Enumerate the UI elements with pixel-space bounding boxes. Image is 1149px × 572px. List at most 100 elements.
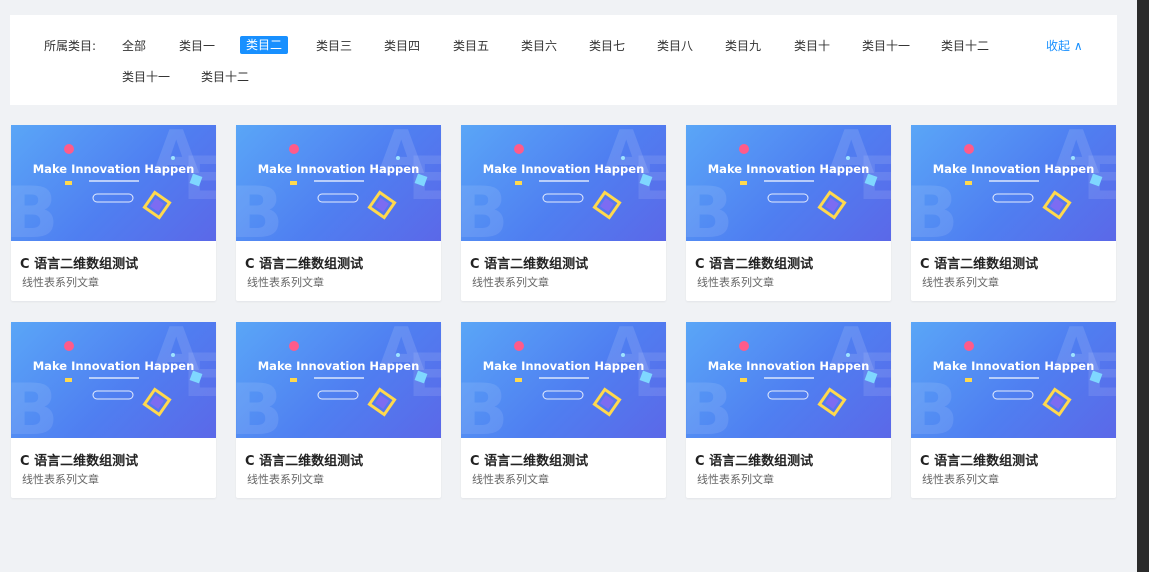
- frame-icon: [592, 387, 622, 417]
- banner-tagline-line: [764, 377, 814, 379]
- category-8[interactable]: 类目八: [651, 37, 699, 55]
- frame-icon: [142, 190, 172, 220]
- card-title[interactable]: C 语言二维数组测试: [20, 253, 138, 272]
- dot-icon: [621, 156, 625, 160]
- banner-decor-letter: B: [236, 172, 283, 241]
- banner-illustration: A B E: [461, 322, 666, 438]
- banner-headline: Make Innovation Happen: [257, 359, 420, 373]
- dot-icon: [621, 353, 625, 357]
- yellow-bar-icon: [290, 378, 297, 382]
- card-subtitle: 线性表系列文章: [472, 473, 549, 486]
- dot-icon: [1071, 353, 1075, 357]
- category-2[interactable]: 类目二: [240, 36, 289, 54]
- course-card[interactable]: A B E Make Innovation Happen C 语言二维数组测试 …: [236, 125, 441, 301]
- course-card[interactable]: A B E Make Innovation Happen C 语言二维数组测试 …: [461, 322, 666, 498]
- category-11-row2[interactable]: 类目十一: [116, 68, 176, 86]
- course-card[interactable]: A B E Make Innovation Happen C 语言二维数组测试 …: [461, 125, 666, 301]
- yellow-bar-icon: [965, 378, 972, 382]
- card-banner-image[interactable]: A B E Make Innovation Happen: [236, 125, 441, 241]
- category-4[interactable]: 类目四: [378, 37, 426, 55]
- category-11[interactable]: 类目十一: [856, 37, 916, 55]
- card-subtitle: 线性表系列文章: [247, 473, 324, 486]
- card-banner-image[interactable]: A B E Make Innovation Happen: [911, 125, 1116, 241]
- dot-icon: [396, 156, 400, 160]
- scrollbar[interactable]: [1137, 0, 1149, 572]
- banner-headline: Make Innovation Happen: [932, 359, 1095, 373]
- banner-button-icon: [92, 193, 134, 203]
- category-3[interactable]: 类目三: [310, 37, 358, 55]
- card-title[interactable]: C 语言二维数组测试: [470, 450, 588, 469]
- banner-tagline-line: [314, 180, 364, 182]
- frame-icon: [817, 190, 847, 220]
- yellow-bar-icon: [65, 378, 72, 382]
- card-subtitle: 线性表系列文章: [922, 276, 999, 289]
- course-card[interactable]: A B E Make Innovation Happen C 语言二维数组测试 …: [11, 125, 216, 301]
- card-banner-image[interactable]: A B E Make Innovation Happen: [461, 125, 666, 241]
- card-title[interactable]: C 语言二维数组测试: [470, 253, 588, 272]
- card-banner-image[interactable]: A B E Make Innovation Happen: [11, 322, 216, 438]
- card-title[interactable]: C 语言二维数组测试: [695, 450, 813, 469]
- card-subtitle: 线性表系列文章: [247, 276, 324, 289]
- banner-headline: Make Innovation Happen: [257, 162, 420, 176]
- category-all[interactable]: 全部: [116, 37, 152, 55]
- banner-button-icon: [992, 193, 1034, 203]
- category-12[interactable]: 类目十二: [935, 37, 995, 55]
- yellow-bar-icon: [965, 181, 972, 185]
- frame-icon: [817, 387, 847, 417]
- banner-button-icon: [317, 193, 359, 203]
- yellow-bar-icon: [65, 181, 72, 185]
- banner-headline: Make Innovation Happen: [707, 359, 870, 373]
- banner-decor-letter: B: [236, 369, 283, 438]
- card-title[interactable]: C 语言二维数组测试: [245, 253, 363, 272]
- banner-button-icon: [92, 390, 134, 400]
- card-banner-image[interactable]: A B E Make Innovation Happen: [911, 322, 1116, 438]
- banner-headline: Make Innovation Happen: [707, 162, 870, 176]
- card-title[interactable]: C 语言二维数组测试: [245, 450, 363, 469]
- course-card[interactable]: A B E Make Innovation Happen C 语言二维数组测试 …: [911, 322, 1116, 498]
- banner-decor-letter: B: [686, 172, 733, 241]
- card-banner-image[interactable]: A B E Make Innovation Happen: [461, 322, 666, 438]
- course-card[interactable]: A B E Make Innovation Happen C 语言二维数组测试 …: [686, 322, 891, 498]
- card-title[interactable]: C 语言二维数组测试: [920, 253, 1038, 272]
- banner-tagline-line: [89, 377, 139, 379]
- banner-illustration: A B E: [11, 125, 216, 241]
- course-card[interactable]: A B E Make Innovation Happen C 语言二维数组测试 …: [911, 125, 1116, 301]
- category-12-row2[interactable]: 类目十二: [195, 68, 255, 86]
- banner-tagline-line: [314, 377, 364, 379]
- category-5[interactable]: 类目五: [447, 37, 495, 55]
- banner-headline: Make Innovation Happen: [32, 359, 195, 373]
- category-7[interactable]: 类目七: [583, 37, 631, 55]
- course-card[interactable]: A B E Make Innovation Happen C 语言二维数组测试 …: [236, 322, 441, 498]
- card-title[interactable]: C 语言二维数组测试: [695, 253, 813, 272]
- banner-decor-letter: B: [911, 369, 958, 438]
- banner-headline: Make Innovation Happen: [482, 162, 645, 176]
- category-9[interactable]: 类目九: [719, 37, 767, 55]
- banner-decor-letter: B: [461, 369, 508, 438]
- pink-gem-icon: [739, 341, 749, 351]
- pink-gem-icon: [964, 144, 974, 154]
- course-card[interactable]: A B E Make Innovation Happen C 语言二维数组测试 …: [686, 125, 891, 301]
- yellow-bar-icon: [515, 378, 522, 382]
- yellow-bar-icon: [290, 181, 297, 185]
- card-banner-image[interactable]: A B E Make Innovation Happen: [11, 125, 216, 241]
- banner-tagline-line: [989, 180, 1039, 182]
- pink-gem-icon: [64, 144, 74, 154]
- dot-icon: [171, 353, 175, 357]
- banner-button-icon: [992, 390, 1034, 400]
- dot-icon: [1071, 156, 1075, 160]
- category-6[interactable]: 类目六: [515, 37, 563, 55]
- card-title[interactable]: C 语言二维数组测试: [20, 450, 138, 469]
- collapse-toggle[interactable]: 收起 ∧: [1046, 37, 1083, 55]
- pink-gem-icon: [289, 341, 299, 351]
- card-banner-image[interactable]: A B E Make Innovation Happen: [686, 125, 891, 241]
- category-10[interactable]: 类目十: [788, 37, 836, 55]
- yellow-bar-icon: [515, 181, 522, 185]
- card-title[interactable]: C 语言二维数组测试: [920, 450, 1038, 469]
- banner-illustration: A B E: [11, 322, 216, 438]
- pink-gem-icon: [289, 144, 299, 154]
- frame-icon: [367, 190, 397, 220]
- course-card[interactable]: A B E Make Innovation Happen C 语言二维数组测试 …: [11, 322, 216, 498]
- card-banner-image[interactable]: A B E Make Innovation Happen: [236, 322, 441, 438]
- card-banner-image[interactable]: A B E Make Innovation Happen: [686, 322, 891, 438]
- category-1[interactable]: 类目一: [173, 37, 221, 55]
